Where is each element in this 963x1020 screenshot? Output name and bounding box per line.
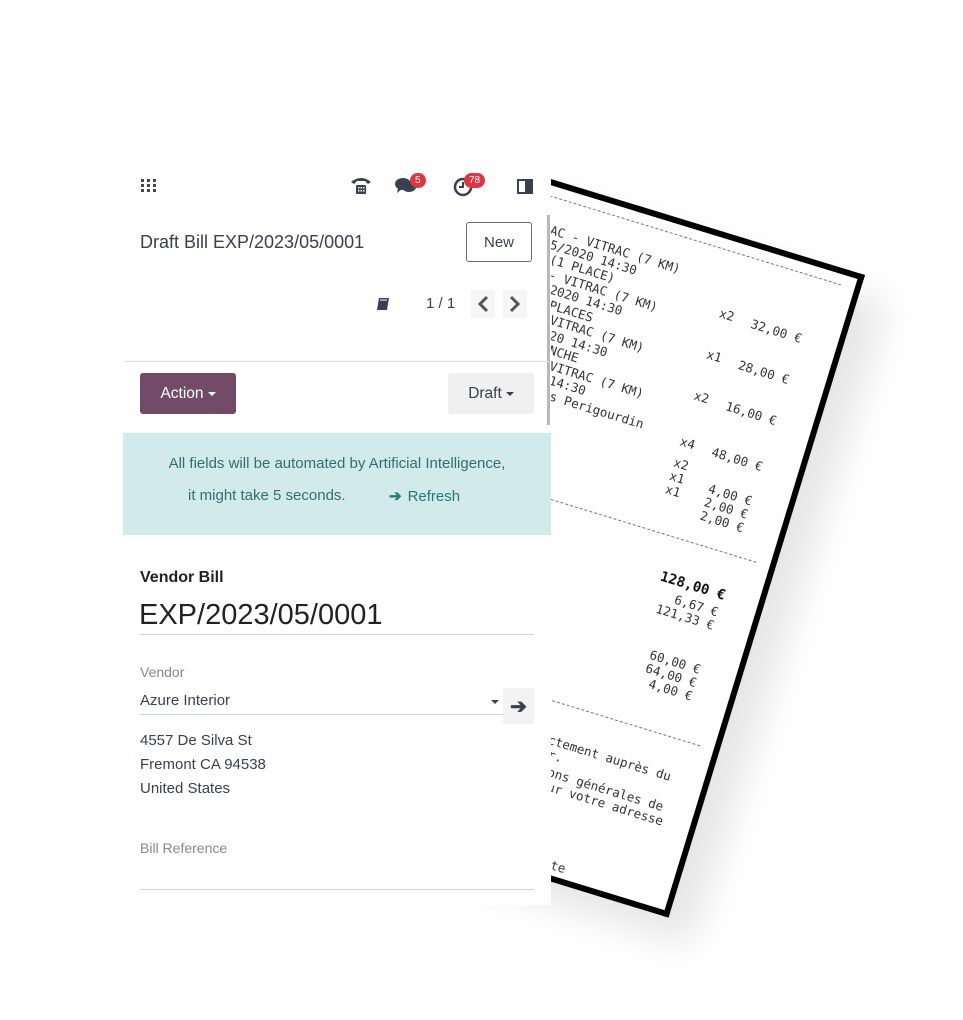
messages-badge: 5 [410,173,426,188]
receipt-qty: x2 [692,387,712,407]
page-title: Draft Bill EXP/2023/05/0001 [140,232,365,252]
vendor-open-button[interactable]: ➔ [503,688,534,724]
book-icon[interactable] [375,296,391,312]
address-line: United States [140,780,231,797]
action-label: Action [160,384,204,402]
status-button[interactable]: Draft [448,373,534,414]
next-button[interactable] [503,290,527,318]
field-underline [140,889,534,890]
chevron-right-icon [509,295,521,313]
vendor-label: Vendor [140,664,185,680]
receipt-price: 28,00 € [736,357,792,388]
caret-down-icon [207,391,216,396]
arrow-right-icon: ➔ [510,695,527,718]
chevron-left-icon [477,295,489,313]
address-line: Fremont CA 94538 [140,756,266,773]
address-line: 4557 De Silva St [140,732,252,749]
refresh-label: Refresh [407,488,461,505]
pager-value[interactable]: 1 / 1 [426,295,455,312]
form-panel: 5 78 Draft Bill EXP/2023/05/0001 New 1 /… [123,0,551,905]
receipt-price: 32,00 € [749,316,804,346]
bill-reference-field[interactable] [140,866,534,886]
action-button[interactable]: Action [140,373,236,414]
scrollbar[interactable] [547,215,550,425]
caret-down-icon [505,391,514,396]
form-heading: Vendor Bill [140,569,224,586]
vendor-address: 4557 De Silva St Fremont CA 94538 United… [140,729,266,801]
banner-text: it might take 5 seconds. [188,487,346,504]
phone-icon[interactable] [350,175,372,195]
new-button[interactable]: New [466,222,532,262]
divider [123,361,551,362]
ai-info-banner: All fields will be automated by Artifici… [123,433,551,535]
field-underline [140,714,504,715]
receipt-price: 48,00 € [709,444,765,475]
receipt-footer-line: te [548,857,568,877]
grid-icon[interactable] [140,178,158,194]
arrow-right-icon: ➔ [389,488,402,505]
bill-number-field[interactable]: EXP/2023/05/0001 [139,599,382,632]
receipt-price: 16,00 € [723,398,779,429]
previous-button[interactable] [471,290,495,318]
receipt-qty: x4 [678,433,698,453]
split-panel-icon[interactable] [516,178,534,194]
banner-text: All fields will be automated by Artifici… [168,455,506,472]
status-label: Draft [468,384,502,402]
caret-down-icon[interactable] [491,700,499,704]
refresh-link[interactable]: ➔ Refresh [389,487,460,505]
field-underline [140,634,534,635]
receipt-qty: x2 [717,305,737,325]
receipt-qty: x1 [704,346,724,366]
vendor-field[interactable]: Azure Interior [140,692,230,709]
receipt-qty: x1 [663,481,683,501]
bill-reference-label: Bill Reference [140,840,228,856]
activities-badge: 78 [464,173,486,188]
